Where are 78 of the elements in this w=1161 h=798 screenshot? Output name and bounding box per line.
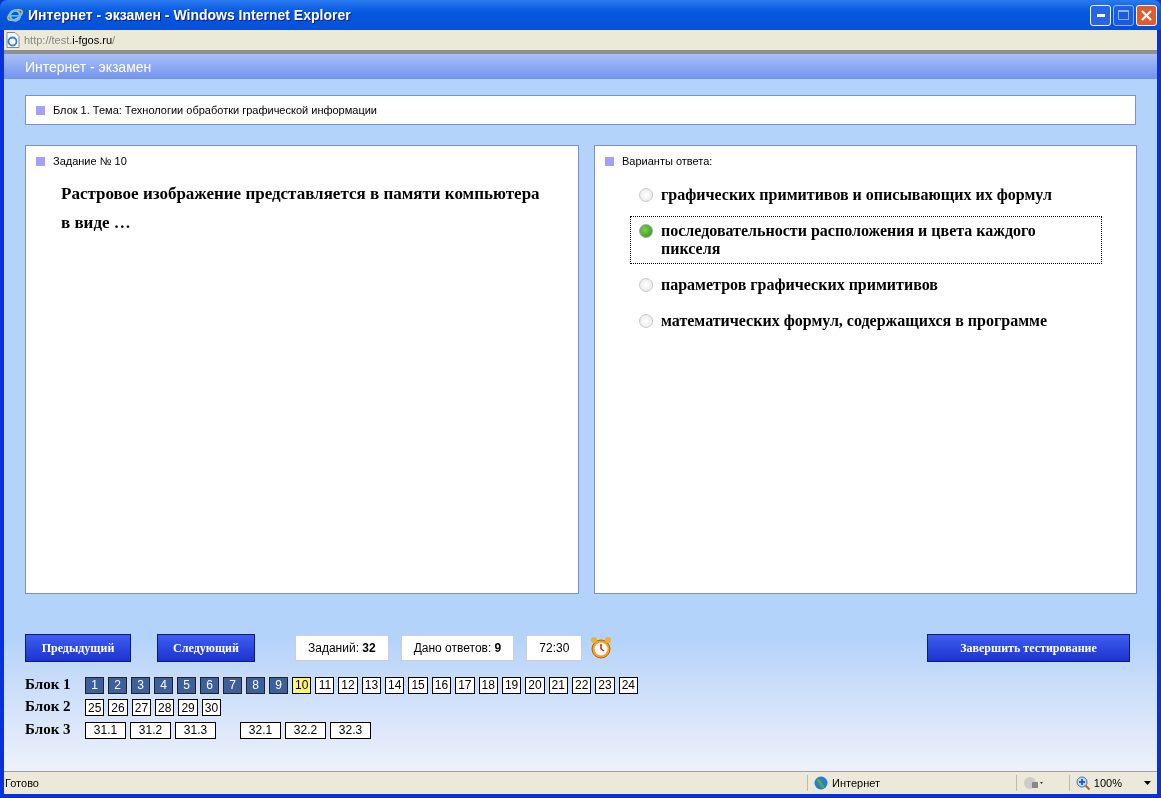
question-number-button[interactable]: 18 xyxy=(478,676,498,694)
question-number-button[interactable]: 32.2 xyxy=(285,721,326,739)
question-number-button[interactable]: 2 xyxy=(108,676,127,694)
maximize-icon xyxy=(1118,10,1129,20)
question-number-button[interactable]: 16 xyxy=(431,676,452,694)
question-number-button[interactable]: 3 xyxy=(131,676,150,694)
question-number-button[interactable]: 14 xyxy=(385,676,405,694)
question-number-button[interactable]: 7 xyxy=(223,676,242,694)
zoom-level[interactable]: 100% xyxy=(1093,777,1122,789)
question-number-button[interactable]: 25 xyxy=(85,699,105,716)
task-heading: Задание № 10 xyxy=(53,155,127,167)
question-number-button[interactable]: 26 xyxy=(108,699,128,716)
radio-button[interactable] xyxy=(639,224,653,238)
question-number-button[interactable]: 11 xyxy=(315,676,335,694)
next-button[interactable]: Следующий xyxy=(157,634,255,662)
question-number-button[interactable]: 30 xyxy=(201,699,222,716)
zoom-icon xyxy=(1075,776,1090,790)
minimize-icon xyxy=(1096,13,1105,17)
radio-button[interactable] xyxy=(639,278,653,292)
question-number-button[interactable]: 32.1 xyxy=(240,721,281,739)
question-number-button[interactable]: 24 xyxy=(618,676,639,694)
counter-display: Дано ответов: 9 xyxy=(400,635,515,661)
question-number-button[interactable]: 13 xyxy=(361,676,382,694)
question-number-button[interactable]: 22 xyxy=(571,676,592,694)
question-number-button[interactable]: 31.1 xyxy=(85,721,126,739)
question-text: Растровое изображение представляется в памяти компьютера в виде … xyxy=(61,183,541,234)
question-number-button[interactable]: 6 xyxy=(200,676,219,694)
block-topic-text: Блок 1. Тема: Технологии обработки графической информации xyxy=(53,104,377,116)
block-label: Блок 2 xyxy=(25,698,72,716)
question-number-button[interactable]: 19 xyxy=(501,676,522,694)
question-number-button[interactable]: 23 xyxy=(595,676,615,694)
question-number-button[interactable]: 15 xyxy=(408,676,428,694)
globe-icon xyxy=(814,776,828,790)
answer-option[interactable]: параметров графических примитивов xyxy=(630,270,1102,300)
dropdown-arrow-icon[interactable] xyxy=(1144,781,1151,785)
answer-option[interactable]: последовательности расположения и цвета каждого пикселя xyxy=(630,216,1102,264)
question-number-button[interactable]: 31.2 xyxy=(130,721,171,739)
previous-button[interactable]: Предыдущий xyxy=(25,634,131,662)
browser-logo-icon xyxy=(6,6,24,24)
answer-option[interactable]: графических примитивов и описывающих их формул xyxy=(630,180,1102,210)
question-number-button[interactable]: 8 xyxy=(246,676,265,694)
block-label: Блок 3 xyxy=(25,720,72,738)
question-number-button[interactable]: 4 xyxy=(154,676,173,694)
question-number-button[interactable]: 9 xyxy=(269,676,288,694)
counter-display: Заданий: 32 xyxy=(295,635,389,661)
question-number-button[interactable]: 5 xyxy=(177,676,196,694)
question-number-button[interactable]: 27 xyxy=(131,699,152,716)
question-number-button[interactable]: 32.3 xyxy=(330,721,371,739)
close-button[interactable] xyxy=(1136,4,1157,26)
bullet-icon xyxy=(36,105,45,115)
security-zone-text: Интернет xyxy=(832,777,880,789)
question-number-button[interactable]: 28 xyxy=(155,699,175,716)
alarm-clock-icon xyxy=(590,636,613,660)
address-url[interactable]: http://test.i-fgos.ru/ xyxy=(24,34,116,46)
radio-button[interactable] xyxy=(639,188,653,202)
minimize-button[interactable] xyxy=(1090,4,1111,26)
page-title: Интернет - экзамен xyxy=(25,58,152,75)
question-number-button[interactable]: 29 xyxy=(178,699,198,716)
radio-button[interactable] xyxy=(639,314,653,328)
question-number-button[interactable]: 17 xyxy=(455,676,475,694)
answers-heading: Варианты ответа: xyxy=(622,155,713,167)
block-label: Блок 1 xyxy=(25,675,72,693)
page-icon xyxy=(6,32,20,48)
question-number-button[interactable]: 31.3 xyxy=(175,721,216,739)
question-number-button[interactable]: 20 xyxy=(525,676,545,694)
question-number-button[interactable]: 1 xyxy=(85,676,104,694)
bullet-icon xyxy=(36,156,45,166)
question-number-button[interactable]: 21 xyxy=(548,676,568,694)
window-title: Интернет - экзамен - Windows Internet Explorer xyxy=(28,7,352,23)
maximize-button[interactable] xyxy=(1113,4,1134,26)
close-icon xyxy=(1141,9,1152,21)
status-text: Готово xyxy=(4,777,40,789)
question-number-button[interactable]: 10 xyxy=(292,676,312,694)
answer-option[interactable]: математических формул, содержащихся в программе xyxy=(630,306,1102,336)
timer-display: 72:30 xyxy=(526,635,583,661)
question-number-button[interactable]: 12 xyxy=(338,676,358,694)
finish-test-button[interactable]: Завершить тестирование xyxy=(927,634,1130,662)
bullet-icon xyxy=(605,156,614,166)
